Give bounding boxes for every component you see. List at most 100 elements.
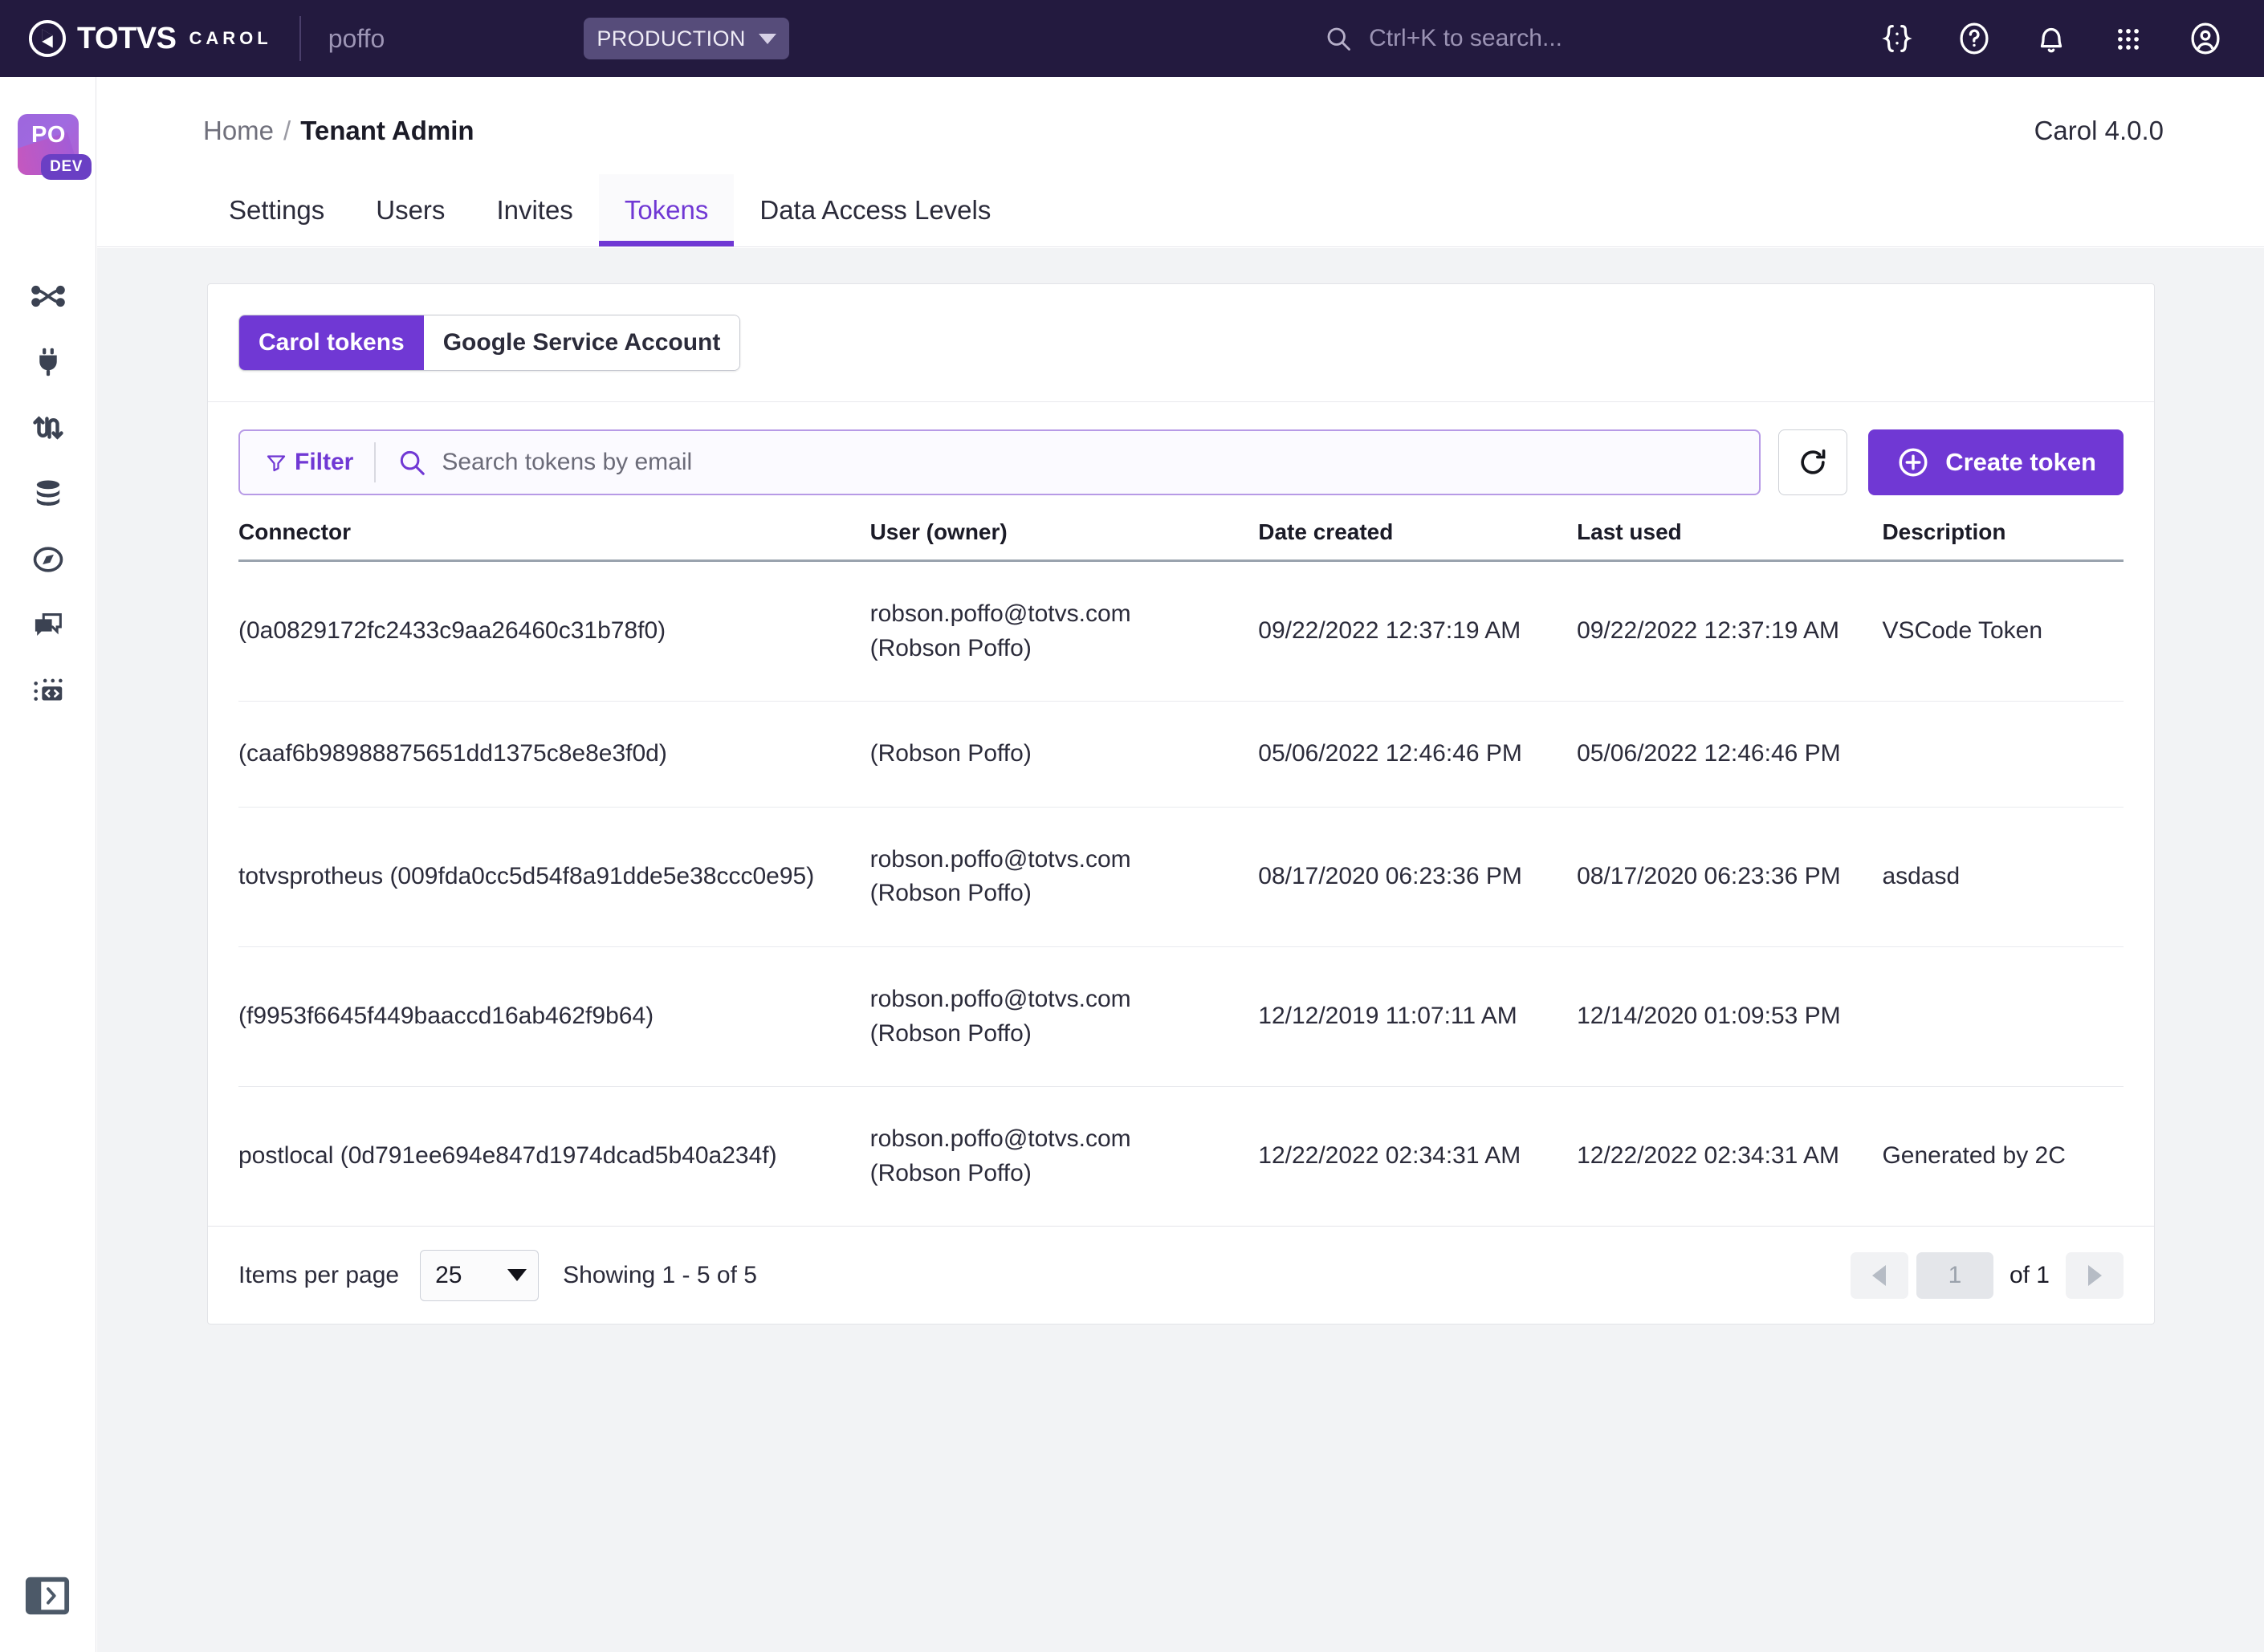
environment-label: PRODUCTION <box>597 26 746 51</box>
toolbar-divider <box>374 442 377 482</box>
sidebar-item-explore[interactable] <box>0 527 96 592</box>
avatar[interactable]: PO DEV <box>18 114 92 180</box>
brand-logo-group[interactable]: TOTVS CAROL <box>29 20 272 57</box>
search-icon <box>397 447 427 478</box>
table-row[interactable]: totvsprotheus (009fda0cc5d54f8a91dde5e38… <box>238 807 2124 947</box>
column-header-connector[interactable]: Connector <box>238 519 870 562</box>
create-token-button[interactable]: Create token <box>1868 429 2124 495</box>
create-token-label: Create token <box>1945 448 2096 476</box>
expand-sidebar-button[interactable] <box>24 1575 71 1617</box>
table-row[interactable]: (f9953f6645f449baaccd16ab462f9b64) robso… <box>238 946 2124 1088</box>
app-version-label: Carol 4.0.0 <box>2034 116 2164 145</box>
refresh-button[interactable] <box>1778 429 1848 495</box>
chat-bubbles-icon <box>35 613 62 637</box>
table-row[interactable]: (caaf6b98988875651dd1375c8e8e3f0d) (Robs… <box>238 701 2124 808</box>
segment-google-service-account[interactable]: Google Service Account <box>423 315 740 370</box>
cell-connector: postlocal (0d791ee694e847d1974dcad5b40a2… <box>238 1142 777 1170</box>
tab-tokens[interactable]: Tokens <box>598 174 735 246</box>
sidebar-item-database[interactable] <box>0 461 96 527</box>
items-per-page-label: Items per page <box>238 1261 400 1288</box>
token-type-segmented-control: Carol tokens Google Service Account <box>238 315 741 371</box>
flows-icon <box>31 285 65 307</box>
filter-button[interactable]: Filter <box>240 449 374 476</box>
cell-description <box>1882 701 2124 808</box>
cell-connector: (f9953f6645f449baaccd16ab462f9b64) <box>238 946 870 1088</box>
cell-date-created: 12/22/2022 02:34:31 AM <box>1258 1142 1521 1170</box>
previous-page-button[interactable] <box>1850 1251 1908 1299</box>
sidebar-item-connectors[interactable] <box>0 329 96 395</box>
plug-connector-icon <box>39 348 57 376</box>
segment-carol-tokens[interactable]: Carol tokens <box>239 315 424 370</box>
table-header-row: Connector User (owner) Date created Last… <box>238 519 2124 562</box>
code-braces-icon[interactable] <box>1874 15 1920 62</box>
table-head: Connector User (owner) Date created Last… <box>238 519 2124 562</box>
data-exchange-icon <box>33 416 63 440</box>
main-region: Home / Tenant Admin Carol 4.0.0 Settings… <box>97 77 2264 1652</box>
sidebar-item-chat[interactable] <box>0 592 96 658</box>
cell-connector: (caaf6b98988875651dd1375c8e8e3f0d) <box>238 701 870 808</box>
cell-description: asdasd <box>1882 807 2124 947</box>
table-row[interactable]: (0a0829172fc2433c9aa26460c31b78f0) robso… <box>238 560 2124 702</box>
cell-user: robson.poffo@totvs.com (Robson Poffo) <box>869 1125 1131 1186</box>
sidebar-item-data-exchange[interactable] <box>0 395 96 461</box>
chevron-right-icon <box>2087 1264 2102 1286</box>
breadcrumb-home[interactable]: Home <box>203 116 274 146</box>
tab-bar: Settings Users Invites Tokens Data Acces… <box>203 174 1016 246</box>
avatar-dev-badge: DEV <box>41 154 92 180</box>
cell-connector: (0a0829172fc2433c9aa26460c31b78f0) <box>238 560 870 702</box>
content-area: Carol tokens Google Service Account Filt… <box>97 248 2264 1652</box>
avatar-initials: PO <box>31 122 66 148</box>
tab-users[interactable]: Users <box>350 195 470 246</box>
table-row[interactable]: postlocal (0d791ee694e847d1974dcad5b40a2… <box>238 1087 2124 1227</box>
cell-last-used: 12/22/2022 02:34:31 AM <box>1577 1142 1840 1170</box>
page-header: Home / Tenant Admin Carol 4.0.0 Settings… <box>97 77 2264 247</box>
tab-data-access-levels[interactable]: Data Access Levels <box>734 195 1016 246</box>
global-search-placeholder: Ctrl+K to search... <box>1369 25 1562 51</box>
column-header-user-owner[interactable]: User (owner) <box>869 519 1259 562</box>
table-footer: Items per page 25 Showing 1 - 5 of 5 1 o… <box>208 1226 2154 1324</box>
refresh-icon <box>1801 449 1826 474</box>
sidebar-item-code[interactable] <box>0 658 96 724</box>
brand-carol-text: CAROL <box>189 28 272 48</box>
tokens-table-wrapper: Connector User (owner) Date created Last… <box>208 519 2154 1226</box>
chevron-down-icon <box>758 33 776 44</box>
environment-selector[interactable]: PRODUCTION <box>584 18 789 59</box>
cell-last-used: 05/06/2022 12:46:46 PM <box>1577 701 1883 808</box>
apps-grid-icon[interactable] <box>2105 15 2152 62</box>
cell-date-created: 12/12/2019 11:07:11 AM <box>1258 946 1578 1088</box>
items-per-page-select[interactable]: 25 <box>420 1249 540 1301</box>
topbar-icon-group <box>1843 15 2229 62</box>
search-input[interactable] <box>442 438 1760 486</box>
plus-circle-icon <box>1899 448 1928 477</box>
tokens-table: Connector User (owner) Date created Last… <box>238 519 2124 1226</box>
pagination: 1 of 1 <box>1850 1251 2124 1299</box>
toolbar-row: Filter Search tokens by email Create tok… <box>208 401 2154 519</box>
tab-invites[interactable]: Invites <box>470 195 598 246</box>
brand-totvs-text: TOTVS <box>77 21 177 55</box>
cell-date-created: 09/22/2022 12:37:19 AM <box>1258 560 1578 702</box>
rail-items <box>0 263 96 724</box>
column-header-description[interactable]: Description <box>1882 519 2124 562</box>
cell-last-used: 12/14/2020 01:09:53 PM <box>1577 946 1883 1088</box>
column-header-date-created[interactable]: Date created <box>1258 519 1578 562</box>
showing-range-label: Showing 1 - 5 of 5 <box>563 1261 757 1288</box>
expand-sidebar-icon <box>25 1577 70 1615</box>
help-circle-icon[interactable] <box>1951 15 1997 62</box>
user-account-icon[interactable] <box>2182 15 2229 62</box>
tab-settings[interactable]: Settings <box>203 195 350 246</box>
cell-user: robson.poffo@totvs.com (Robson Poffo) <box>869 807 1259 947</box>
top-navigation-bar: TOTVS CAROL poffo PRODUCTION Ctrl+K to s… <box>0 0 2264 77</box>
cell-description: VSCode Token <box>1882 560 2124 702</box>
tenant-name: poffo <box>328 23 385 53</box>
cell-last-used: 08/17/2020 06:23:36 PM <box>1577 807 1883 947</box>
column-header-last-used[interactable]: Last used <box>1577 519 1883 562</box>
chevron-left-icon <box>1872 1264 1887 1286</box>
sidebar-item-flows[interactable] <box>0 263 96 329</box>
next-page-button[interactable] <box>2066 1251 2124 1299</box>
page-number-input[interactable]: 1 <box>1916 1251 1993 1299</box>
cell-user: robson.poffo@totvs.com (Robson Poffo) <box>869 946 1259 1088</box>
bell-icon[interactable] <box>2028 15 2075 62</box>
cell-last-used: 09/22/2022 12:37:19 AM <box>1577 560 1883 702</box>
global-search[interactable]: Ctrl+K to search... <box>1324 24 1562 53</box>
items-per-page-value: 25 <box>435 1261 462 1288</box>
